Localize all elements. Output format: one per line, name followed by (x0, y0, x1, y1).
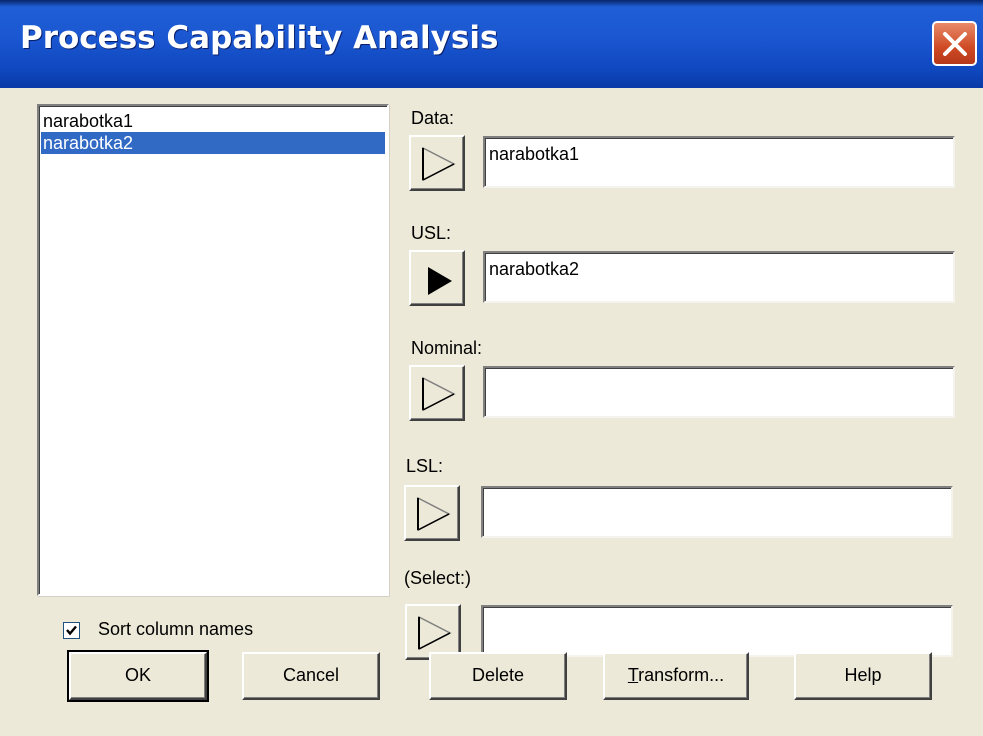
select-input[interactable] (481, 605, 953, 657)
arrow-right-icon (418, 615, 452, 651)
arrow-right-icon (422, 376, 456, 412)
transform-label: ransform... (638, 665, 725, 685)
lsl-arrow-button[interactable] (404, 485, 460, 541)
ok-button[interactable]: OK (67, 650, 209, 702)
list-item[interactable]: narabotka1 (41, 110, 385, 132)
data-label: Data: (411, 108, 455, 128)
data-arrow-button[interactable] (409, 135, 465, 191)
usl-label: USL: (411, 223, 452, 243)
list-item[interactable]: narabotka2 (41, 132, 385, 154)
delete-button[interactable]: Delete (429, 652, 567, 700)
transform-button[interactable]: Transform... (603, 652, 749, 700)
title-bar[interactable]: Process Capability Analysis (0, 0, 983, 88)
nominal-arrow-button[interactable] (409, 365, 465, 421)
arrow-right-icon (422, 146, 456, 182)
usl-input[interactable]: narabotka2 (483, 251, 955, 303)
column-list[interactable]: narabotka1 narabotka2 (37, 104, 389, 596)
window-title: Process Capability Analysis (20, 20, 499, 56)
close-button[interactable] (932, 21, 977, 66)
close-icon (943, 32, 967, 56)
process-capability-dialog: Process Capability Analysis narabotka1 n… (0, 0, 983, 736)
select-label: (Select:) (404, 568, 472, 588)
nominal-input[interactable] (483, 366, 955, 418)
nominal-label: Nominal: (411, 338, 483, 358)
usl-arrow-button[interactable] (409, 250, 465, 306)
sort-column-names-checkbox[interactable] (63, 622, 80, 639)
arrow-right-icon (428, 267, 452, 295)
checkmark-icon (66, 625, 77, 636)
lsl-input[interactable] (481, 486, 953, 538)
transform-mnemonic: T (627, 665, 639, 685)
sort-column-names-label: Sort column names (98, 619, 254, 639)
data-input[interactable]: narabotka1 (483, 136, 955, 188)
help-button[interactable]: Help (794, 652, 932, 700)
arrow-right-icon (417, 496, 451, 532)
cancel-button[interactable]: Cancel (242, 652, 380, 700)
lsl-label: LSL: (406, 456, 444, 476)
